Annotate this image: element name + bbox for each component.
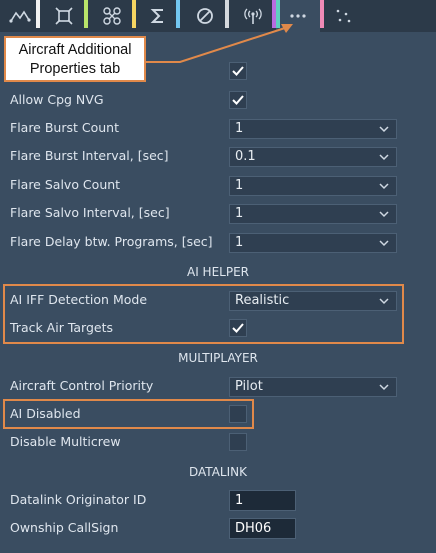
select-value: Pilot bbox=[235, 379, 263, 394]
dots-icon bbox=[336, 9, 351, 23]
select-value: 1 bbox=[235, 206, 244, 221]
flare-salvo-interval-select[interactable]: 1 bbox=[229, 204, 397, 224]
tab-dots[interactable] bbox=[320, 0, 366, 32]
tab-drone[interactable] bbox=[88, 0, 136, 32]
select-value: 0.1 bbox=[235, 149, 256, 164]
row-flare-salvo-count: Flare Salvo Count 1 bbox=[0, 172, 436, 200]
check-icon bbox=[232, 66, 244, 76]
tab-route[interactable] bbox=[0, 0, 40, 32]
section-datalink: DATALINK bbox=[189, 465, 247, 479]
chevron-down-icon bbox=[379, 298, 389, 305]
section-multiplayer: MULTIPLAYER bbox=[178, 351, 258, 365]
select-value: 1 bbox=[235, 235, 244, 250]
select-value: 1 bbox=[235, 178, 244, 193]
chevron-down-icon bbox=[379, 154, 389, 161]
flare-delay-select[interactable]: 1 bbox=[229, 233, 397, 253]
ai-iff-mode-select[interactable]: Realistic bbox=[229, 291, 397, 311]
ownship-callsign-input[interactable]: DH06 bbox=[229, 518, 296, 539]
row-label: Flare Delay btw. Programs, [sec] bbox=[10, 234, 213, 249]
row-allow-cpg-nvg: Allow Cpg NVG bbox=[0, 87, 436, 115]
chevron-down-icon bbox=[379, 211, 389, 218]
chevron-down-icon bbox=[379, 384, 389, 391]
target-icon bbox=[55, 7, 73, 25]
more-icon bbox=[290, 14, 306, 18]
row-ai-disabled: AI Disabled bbox=[0, 401, 436, 429]
allow-cpg-nvg-checkbox[interactable] bbox=[229, 91, 247, 109]
select-value: 1 bbox=[235, 121, 244, 136]
check-icon bbox=[232, 323, 244, 333]
row-label: Flare Salvo Interval, [sec] bbox=[10, 205, 170, 220]
ai-disabled-checkbox[interactable] bbox=[229, 405, 247, 423]
chevron-down-icon bbox=[379, 183, 389, 190]
row-label: Flare Burst Interval, [sec] bbox=[10, 148, 169, 163]
row-label: Flare Burst Count bbox=[10, 120, 119, 135]
tab-target[interactable] bbox=[40, 0, 88, 32]
flare-burst-count-select[interactable]: 1 bbox=[229, 119, 397, 139]
row-flare-burst-count: Flare Burst Count 1 bbox=[0, 115, 436, 143]
row-label: Track Air Targets bbox=[10, 320, 114, 335]
tab-radio[interactable] bbox=[229, 0, 276, 32]
row-label: Aircraft Control Priority bbox=[10, 378, 154, 393]
row-label: Disable Multicrew bbox=[10, 434, 121, 449]
callout-text: Aircraft Additional Properties tab bbox=[18, 42, 132, 77]
row-ownship-callsign: Ownship CallSign DH06 bbox=[0, 515, 436, 543]
disable-multicrew-checkbox[interactable] bbox=[229, 433, 247, 451]
forbidden-icon bbox=[196, 8, 213, 24]
allow-hidden-checkbox[interactable] bbox=[229, 62, 247, 80]
row-flare-burst-interval: Flare Burst Interval, [sec] 0.1 bbox=[0, 143, 436, 171]
row-flare-delay: Flare Delay btw. Programs, [sec] 1 bbox=[0, 229, 436, 257]
flare-salvo-count-select[interactable]: 1 bbox=[229, 176, 397, 196]
flare-burst-interval-select[interactable]: 0.1 bbox=[229, 147, 397, 167]
tab-additional-properties[interactable] bbox=[276, 0, 320, 32]
row-datalink-originator-id: Datalink Originator ID 1 bbox=[0, 487, 436, 515]
drone-icon bbox=[103, 7, 121, 25]
row-control-priority: Aircraft Control Priority Pilot bbox=[0, 373, 436, 401]
chevron-down-icon bbox=[379, 240, 389, 247]
sigma-icon bbox=[150, 9, 163, 23]
row-label: Flare Salvo Count bbox=[10, 177, 121, 192]
chevron-down-icon bbox=[379, 126, 389, 133]
track-air-targets-checkbox[interactable] bbox=[229, 319, 247, 337]
row-label: AI IFF Detection Mode bbox=[10, 292, 148, 307]
row-ai-iff-mode: AI IFF Detection Mode Realistic bbox=[0, 287, 436, 315]
tab-forbidden[interactable] bbox=[180, 0, 229, 32]
row-label: Allow Cpg NVG bbox=[10, 92, 104, 107]
row-track-air-targets: Track Air Targets bbox=[0, 315, 436, 343]
row-label: Ownship CallSign bbox=[10, 520, 119, 535]
row-label: AI Disabled bbox=[10, 406, 81, 421]
callout-box: Aircraft Additional Properties tab bbox=[4, 36, 146, 82]
section-ai-helper: AI HELPER bbox=[186, 265, 249, 279]
row-disable-multicrew: Disable Multicrew bbox=[0, 429, 436, 457]
select-value: Realistic bbox=[235, 293, 290, 308]
row-flare-salvo-interval: Flare Salvo Interval, [sec] 1 bbox=[0, 200, 436, 228]
radio-icon bbox=[243, 8, 262, 24]
check-icon bbox=[232, 95, 244, 105]
tab-bar bbox=[0, 0, 436, 32]
control-priority-select[interactable]: Pilot bbox=[229, 377, 397, 397]
row-label: Datalink Originator ID bbox=[10, 492, 147, 507]
datalink-originator-id-input[interactable]: 1 bbox=[229, 490, 296, 511]
tab-sigma[interactable] bbox=[136, 0, 180, 32]
route-icon bbox=[9, 10, 31, 23]
